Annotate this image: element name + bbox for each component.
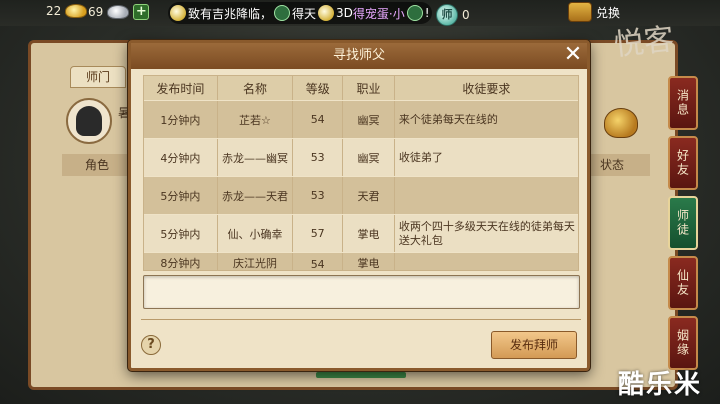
- background-green-button: [316, 372, 406, 378]
- column-header-role: 角色: [62, 154, 132, 176]
- master-listing-table[interactable]: 发布时间 名称 等级 职业 收徒要求 1分钟内 芷若☆ 54 幽冥 来个徒弟每天…: [143, 75, 579, 271]
- treasure-chest-icon: [568, 2, 592, 22]
- exchange-label: 兑换: [596, 5, 621, 20]
- cell-name: 芷若☆: [218, 101, 294, 138]
- table-row[interactable]: 5分钟内 赤龙——天君 53 天君: [144, 176, 578, 214]
- cell-time: 5分钟内: [144, 215, 218, 252]
- exchange-button[interactable]: 兑换: [568, 2, 620, 22]
- pet-egg-icon: [318, 5, 335, 21]
- cell-level: 53: [293, 139, 344, 176]
- silver-ingot-icon: [107, 5, 130, 19]
- tab-friends[interactable]: 好友: [668, 136, 698, 190]
- cell-class: 幽冥: [343, 139, 395, 176]
- table-row-partial[interactable]: 8分钟内 庆江光阴 54 掌电: [144, 252, 578, 270]
- plus-badge-icon: [274, 5, 291, 21]
- cell-class: 掌电: [343, 253, 395, 270]
- avatar: [66, 98, 112, 144]
- close-icon[interactable]: ✕: [561, 44, 585, 67]
- gold-amount: 22: [46, 4, 62, 18]
- cell-requirement: [395, 177, 578, 214]
- table-row[interactable]: 1分钟内 芷若☆ 54 幽冥 来个徒弟每天在线的: [144, 100, 578, 138]
- ticker-text-3: 得天: [292, 6, 317, 21]
- cell-level: 54: [293, 101, 344, 138]
- cell-requirement: 收两个四十多级天天在线的徒弟每天送大礼包: [398, 219, 575, 247]
- cell-name: 赤龙——幽冥: [218, 139, 294, 176]
- cell-level: 57: [293, 215, 344, 252]
- cell-time: 4分钟内: [144, 139, 218, 176]
- master-points-counter: 师 0: [436, 4, 470, 26]
- ticker-text-1: 致: [188, 6, 201, 21]
- resource-bar: 22 69 + 致 有吉兆降临， 得天 3D 得宠蛋·小 ! 师 0 兑换: [0, 0, 720, 26]
- column-header-class: 职业: [343, 76, 395, 100]
- cell-name: 庆江光阴: [218, 253, 294, 270]
- ticker-highlight: 得宠蛋·小: [352, 6, 405, 21]
- ticker-text-2: 有吉兆降临，: [200, 6, 273, 21]
- dialog-title: 寻找师父: [131, 43, 587, 69]
- column-header-requirement: 收徒要求: [462, 81, 511, 96]
- table-header: 发布时间 名称 等级 职业 收徒要求: [144, 76, 578, 100]
- silver-counter: 69 +: [88, 4, 150, 20]
- cell-class: 掌电: [343, 215, 395, 252]
- cell-time: 1分钟内: [144, 101, 218, 138]
- cell-level: 53: [293, 177, 344, 214]
- watermark: 酷乐米: [618, 370, 703, 400]
- tab-master-apprentice[interactable]: 师徒: [668, 196, 698, 250]
- cell-name: 赤龙——天君: [218, 177, 294, 214]
- game-logo: 悦客: [612, 21, 676, 64]
- column-header-name: 名称: [218, 76, 294, 100]
- cell-requirement: 收徒弟了: [398, 150, 443, 164]
- add-currency-button[interactable]: +: [133, 4, 150, 20]
- cell-time: 5分钟内: [144, 177, 218, 214]
- master-points-amount: 0: [462, 8, 470, 22]
- master-badge-icon: 师: [436, 4, 458, 26]
- tab-marriage[interactable]: 姻缘: [668, 316, 698, 370]
- tab-messages[interactable]: 消息: [668, 76, 698, 130]
- cell-class: 幽冥: [343, 101, 395, 138]
- side-tab-bar: 消息 好友 师徒 仙友 姻缘: [668, 76, 698, 376]
- cell-name: 仙、小确幸: [218, 215, 294, 252]
- announcement-ticker: 致 有吉兆降临， 得天 3D 得宠蛋·小 !: [168, 2, 432, 24]
- cell-time: 8分钟内: [144, 253, 218, 270]
- publish-apprentice-request-button[interactable]: 发布拜师: [491, 331, 577, 359]
- gold-ingot-icon: [65, 4, 88, 18]
- tab-master-sect[interactable]: 师门: [70, 66, 126, 88]
- ticker-text-4: 3D: [336, 6, 353, 20]
- cell-level: 54: [293, 253, 344, 270]
- request-message-input[interactable]: [143, 275, 580, 309]
- cell-requirement: 来个徒弟每天在线的: [398, 112, 498, 126]
- find-master-dialog: 寻找师父 ✕ 发布时间 名称 等级 职业 收徒要求 1分钟内 芷若☆ 54 幽冥…: [128, 40, 590, 371]
- cell-class: 天君: [343, 177, 395, 214]
- column-header-level: 等级: [293, 76, 344, 100]
- ticker-text-5: !: [424, 6, 430, 20]
- column-header-time: 发布时间: [144, 76, 218, 100]
- tab-immortal-friends[interactable]: 仙友: [668, 256, 698, 310]
- silver-amount: 69: [88, 5, 104, 19]
- money-bag-icon[interactable]: [604, 108, 638, 138]
- gold-counter: 22: [46, 4, 88, 18]
- coin-icon: [170, 5, 186, 21]
- table-row[interactable]: 4分钟内 赤龙——幽冥 53 幽冥 收徒弟了: [144, 138, 578, 176]
- avatar-silhouette-icon: [76, 106, 102, 136]
- plus-badge-icon-2: [406, 5, 423, 21]
- cell-requirement: [395, 253, 578, 270]
- table-row[interactable]: 5分钟内 仙、小确幸 57 掌电 收两个四十多级天天在线的徒弟每天送大礼包: [144, 214, 578, 252]
- help-icon[interactable]: ?: [141, 335, 161, 355]
- divider: [141, 319, 581, 320]
